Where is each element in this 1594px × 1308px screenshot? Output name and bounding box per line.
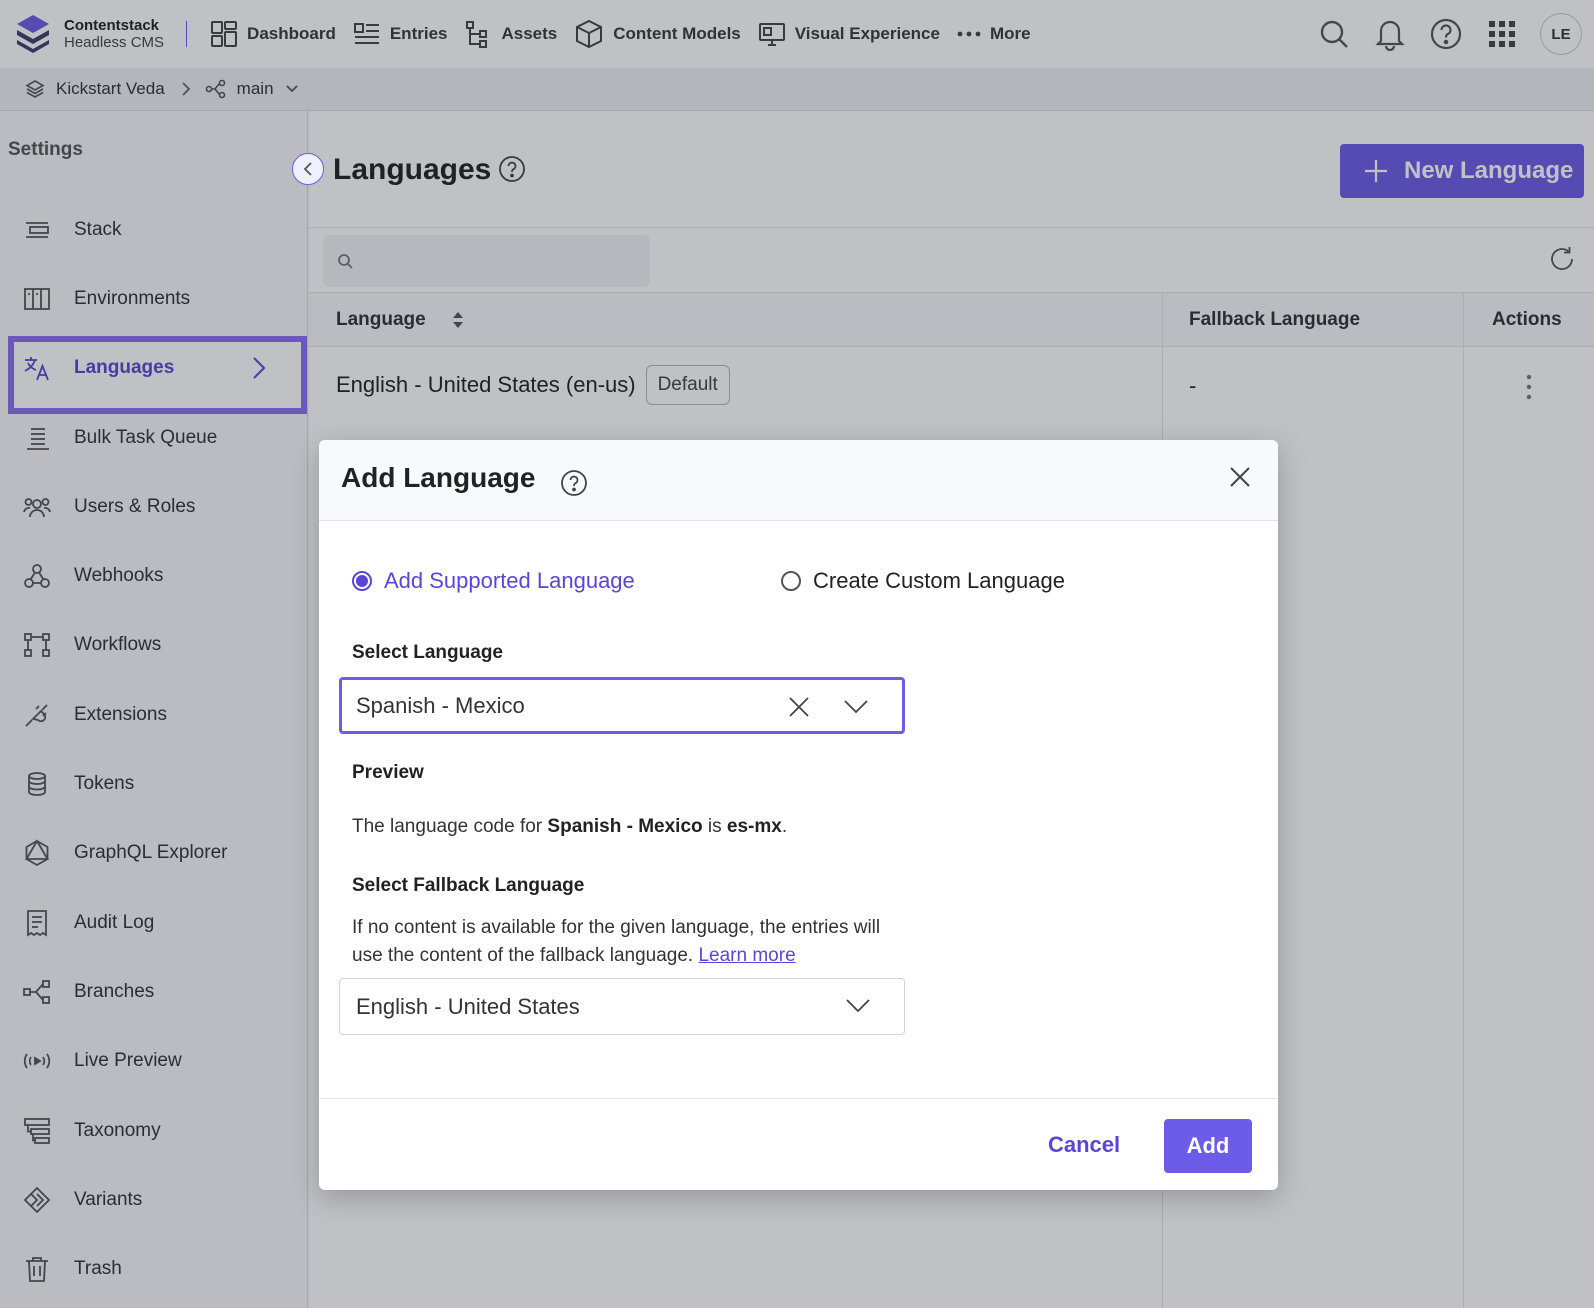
add-button[interactable]: Add (1164, 1119, 1252, 1173)
language-select[interactable]: Spanish - Mexico (339, 677, 905, 734)
chevron-left-icon (303, 162, 312, 176)
dialog-footer: Cancel Add (319, 1098, 1278, 1190)
preview-label: Preview (352, 762, 424, 783)
fallback-language-label: Select Fallback Language (352, 875, 585, 896)
fallback-select-value: English - United States (356, 993, 580, 1019)
radio-add-supported-language[interactable]: Add Supported Language (352, 568, 635, 594)
cancel-button[interactable]: Cancel (1040, 1124, 1128, 1166)
dialog-title: Add Language (341, 462, 536, 493)
help-icon[interactable] (560, 469, 588, 497)
chevron-down-icon[interactable] (846, 999, 870, 1013)
chevron-down-icon[interactable] (844, 700, 868, 714)
preview-text: The language code for Spanish - Mexico i… (352, 816, 788, 837)
radio-create-custom-language[interactable]: Create Custom Language (781, 568, 1065, 594)
radio-label: Add Supported Language (384, 568, 635, 593)
preview-language: Spanish - Mexico (547, 816, 703, 837)
add-language-dialog: Add Language Add Supported Language Crea… (319, 440, 1278, 1190)
radio-button[interactable] (781, 571, 801, 591)
close-icon[interactable] (1228, 465, 1252, 489)
radio-label: Create Custom Language (813, 568, 1065, 593)
dialog-header: Add Language (319, 440, 1278, 521)
learn-more-link[interactable]: Learn more (698, 945, 795, 966)
select-language-label: Select Language (352, 642, 503, 663)
clear-icon[interactable] (788, 696, 810, 718)
preview-code: es-mx (726, 816, 782, 837)
language-select-value: Spanish - Mexico (356, 692, 525, 718)
fallback-language-select[interactable]: English - United States (339, 978, 905, 1035)
radio-button-selected[interactable] (352, 571, 372, 591)
fallback-description: If no content is available for the given… (352, 917, 881, 966)
collapse-sidebar-button[interactable] (292, 153, 324, 185)
